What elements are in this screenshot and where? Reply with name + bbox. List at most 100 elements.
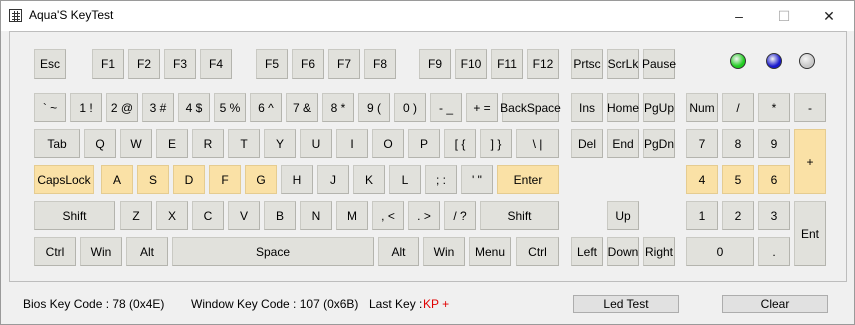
key-m[interactable]: M [336,201,368,230]
key-numpad-6[interactable]: 6 [758,165,790,194]
key-k[interactable]: K [353,165,385,194]
key-left-shift[interactable]: Shift [34,201,115,230]
key-left-ctrl[interactable]: Ctrl [34,237,76,266]
key-numpad-subtract[interactable]: - [794,93,826,122]
key-period[interactable]: . > [408,201,440,230]
key-f6[interactable]: F6 [292,49,324,79]
key-y[interactable]: Y [264,129,296,158]
key-prtsc[interactable]: Prtsc [571,49,603,79]
key-n[interactable]: N [300,201,332,230]
key-pgdn[interactable]: PgDn [643,129,675,158]
key-f12[interactable]: F12 [527,49,559,79]
key-right-ctrl[interactable]: Ctrl [516,237,559,266]
key-l[interactable]: L [389,165,421,194]
key-enter[interactable]: Enter [497,165,559,194]
key-2[interactable]: 2 @ [106,93,138,122]
key-numpad-5[interactable]: 5 [722,165,754,194]
key-pgup[interactable]: PgUp [643,93,675,122]
key-3[interactable]: 3 # [142,93,174,122]
key-j[interactable]: J [317,165,349,194]
key-end[interactable]: End [607,129,639,158]
close-button[interactable]: ✕ [806,1,852,31]
key-numpad-decimal[interactable]: . [758,237,790,266]
key-equal[interactable]: + = [466,93,498,122]
key-f10[interactable]: F10 [455,49,487,79]
key-numpad-divide[interactable]: / [722,93,754,122]
key-numlock[interactable]: Num [686,93,718,122]
key-f8[interactable]: F8 [364,49,396,79]
key-left[interactable]: Left [571,237,603,266]
key-right-shift[interactable]: Shift [480,201,559,230]
key-1[interactable]: 1 ! [70,93,102,122]
key-9[interactable]: 9 ( [358,93,390,122]
key-backspace[interactable]: BackSpace [500,93,561,122]
key-numpad-9[interactable]: 9 [758,129,790,158]
key-numpad-3[interactable]: 3 [758,201,790,230]
key-b[interactable]: B [264,201,296,230]
key-capslock[interactable]: CapsLock [34,165,94,194]
key-lbracket[interactable]: [ { [444,129,476,158]
minimize-button[interactable]: – [716,1,762,31]
key-backslash[interactable]: \ | [516,129,559,158]
clear-button[interactable]: Clear [722,295,828,313]
key-right[interactable]: Right [643,237,675,266]
key-f9[interactable]: F9 [419,49,451,79]
key-x[interactable]: X [156,201,188,230]
key-slash[interactable]: / ? [444,201,476,230]
key-numpad-7[interactable]: 7 [686,129,718,158]
key-ins[interactable]: Ins [571,93,603,122]
key-numpad-2[interactable]: 2 [722,201,754,230]
key-esc[interactable]: Esc [34,49,66,79]
key-home[interactable]: Home [607,93,639,122]
maximize-button[interactable]: ☐ [761,1,807,31]
key-del[interactable]: Del [571,129,603,158]
key-minus[interactable]: - _ [430,93,462,122]
key-4[interactable]: 4 $ [178,93,210,122]
key-numpad-4[interactable]: 4 [686,165,718,194]
key-7[interactable]: 7 & [286,93,318,122]
key-space[interactable]: Space [172,237,374,266]
key-r[interactable]: R [192,129,224,158]
key-f11[interactable]: F11 [491,49,523,79]
key-g[interactable]: G [245,165,277,194]
key-0[interactable]: 0 ) [394,93,426,122]
key-rbracket[interactable]: ] } [480,129,512,158]
key-i[interactable]: I [336,129,368,158]
key-scrlk[interactable]: ScrLk [607,49,639,79]
key-u[interactable]: U [300,129,332,158]
key-numpad-8[interactable]: 8 [722,129,754,158]
key-f5[interactable]: F5 [256,49,288,79]
key-f2[interactable]: F2 [128,49,160,79]
key-f1[interactable]: F1 [92,49,124,79]
key-up[interactable]: Up [607,201,639,230]
key-8[interactable]: 8 * [322,93,354,122]
key-p[interactable]: P [408,129,440,158]
key-quote[interactable]: ' " [461,165,493,194]
key-numpad-multiply[interactable]: * [758,93,790,122]
key-v[interactable]: V [228,201,260,230]
key-f4[interactable]: F4 [200,49,232,79]
key-w[interactable]: W [120,129,152,158]
key-5[interactable]: 5 % [214,93,246,122]
key-numpad-enter[interactable]: Ent [794,201,826,266]
key-numpad-0[interactable]: 0 [686,237,754,266]
key-down[interactable]: Down [607,237,639,266]
led-test-button[interactable]: Led Test [573,295,679,313]
key-pause[interactable]: Pause [642,49,676,79]
key-s[interactable]: S [137,165,169,194]
key-numpad-add[interactable]: + [794,129,826,194]
key-q[interactable]: Q [84,129,116,158]
key-left-win[interactable]: Win [80,237,122,266]
key-semicolon[interactable]: ; : [425,165,457,194]
key-right-win[interactable]: Win [423,237,465,266]
key-menu[interactable]: Menu [469,237,511,266]
key-right-alt[interactable]: Alt [378,237,419,266]
key-c[interactable]: C [192,201,224,230]
key-z[interactable]: Z [120,201,152,230]
key-numpad-1[interactable]: 1 [686,201,718,230]
key-tab[interactable]: Tab [34,129,80,158]
key-h[interactable]: H [281,165,313,194]
key-left-alt[interactable]: Alt [126,237,168,266]
key-f3[interactable]: F3 [164,49,196,79]
key-d[interactable]: D [173,165,205,194]
